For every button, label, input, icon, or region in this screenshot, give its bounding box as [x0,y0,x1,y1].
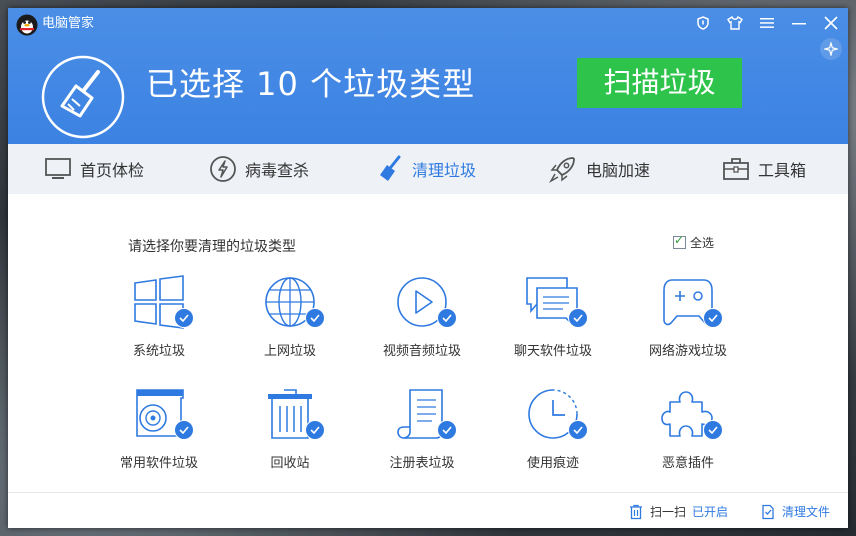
tab-pc-speedup[interactable]: 电脑加速 [548,144,650,194]
section-title: 请选择你要清理的垃圾类型 [128,239,296,255]
shield-icon[interactable] [694,14,712,32]
category-label: 上网垃圾 [263,344,316,359]
checkmark-icon [568,308,588,328]
category-registry-junk[interactable]: 注册表垃圾 [367,386,477,486]
tab-label: 电脑加速 [586,161,651,180]
category-label: 回收站 [270,456,310,471]
category-malicious-plugins[interactable]: 恶意插件 [633,386,743,486]
checkmark-icon [703,420,723,440]
scan-junk-button[interactable]: 扫描垃圾 [577,58,742,108]
bolt-icon [210,156,236,182]
category-label: 注册表垃圾 [389,456,455,471]
tab-toolbox[interactable]: 工具箱 [722,144,806,194]
app-window: 电脑管家 已选择 10 个垃圾类型 扫描垃圾 首页体检 病毒查杀 清理垃圾 电脑… [8,8,848,528]
tab-label: 病毒查杀 [245,161,310,180]
select-all-checkbox[interactable]: 全选 [673,233,715,251]
toolbox-icon [723,158,749,180]
rocket-icon [548,157,575,184]
tab-home-checkup[interactable]: 首页体检 [44,144,144,194]
checkmark-icon [174,420,194,440]
broom-icon [380,155,401,181]
checkmark-icon [437,420,457,440]
category-label: 常用软件垃圾 [119,456,198,471]
clean-files-label: 清理文件 [782,505,831,519]
category-chat-software-junk[interactable]: 聊天软件垃圾 [498,274,608,374]
qq-penguin-logo-icon [16,14,38,36]
tab-label: 首页体检 [80,161,145,180]
category-label: 系统垃圾 [132,344,185,359]
selected-count-headline: 已选择 10 个垃圾类型 [146,65,476,103]
category-internet-junk[interactable]: 上网垃圾 [235,274,345,374]
category-label: 网络游戏垃圾 [648,344,727,359]
tab-label: 清理垃圾 [412,161,477,180]
category-label: 视频音频垃圾 [382,344,461,359]
checkmark-icon [437,308,457,328]
category-label: 使用痕迹 [526,456,579,471]
minimize-icon[interactable] [790,14,808,32]
category-label: 恶意插件 [661,456,714,471]
sparkle-icon[interactable] [820,38,842,60]
scan-status: 已开启 [692,505,729,519]
checkmark-icon [703,308,723,328]
main-nav: 首页体检 病毒查杀 清理垃圾 电脑加速 工具箱 [8,144,848,195]
tab-clean-junk[interactable]: 清理垃圾 [378,144,476,194]
checkbox-checked-icon [673,233,686,249]
trash-bin-small-icon [630,504,642,519]
checkmark-icon [174,308,194,328]
category-system-junk[interactable]: 系统垃圾 [104,274,214,374]
document-icon [762,504,774,519]
category-recycle-bin[interactable]: 回收站 [235,386,345,486]
tab-virus-scan[interactable]: 病毒查杀 [209,144,309,194]
menu-icon[interactable] [758,14,776,32]
scan-prefix: 扫一扫 [650,505,687,519]
footer-bar: 扫一扫 已开启 清理文件 [8,492,848,528]
monitor-icon [45,158,71,179]
tab-label: 工具箱 [758,161,807,180]
category-usage-traces[interactable]: 使用痕迹 [498,386,608,486]
skin-shirt-icon[interactable] [726,14,744,32]
header-banner: 电脑管家 已选择 10 个垃圾类型 扫描垃圾 [8,8,848,144]
app-title: 电脑管家 [42,16,95,31]
window-controls [694,14,840,32]
category-common-software-junk[interactable]: 常用软件垃圾 [104,386,214,486]
broom-circle-icon [41,55,125,139]
checkmark-icon [305,420,325,440]
scan-feature-toggle[interactable]: 扫一扫 已开启 [628,503,728,520]
checkmark-icon [305,308,325,328]
clean-files-link[interactable]: 清理文件 [760,503,830,520]
checkmark-icon [568,420,588,440]
category-online-game-junk[interactable]: 网络游戏垃圾 [633,274,743,374]
close-icon[interactable] [822,14,840,32]
category-label: 聊天软件垃圾 [513,344,592,359]
junk-types-panel: 请选择你要清理的垃圾类型 全选 系统垃圾 上网垃圾 [8,194,848,492]
select-all-label: 全选 [690,236,715,250]
category-video-audio-junk[interactable]: 视频音频垃圾 [367,274,477,374]
